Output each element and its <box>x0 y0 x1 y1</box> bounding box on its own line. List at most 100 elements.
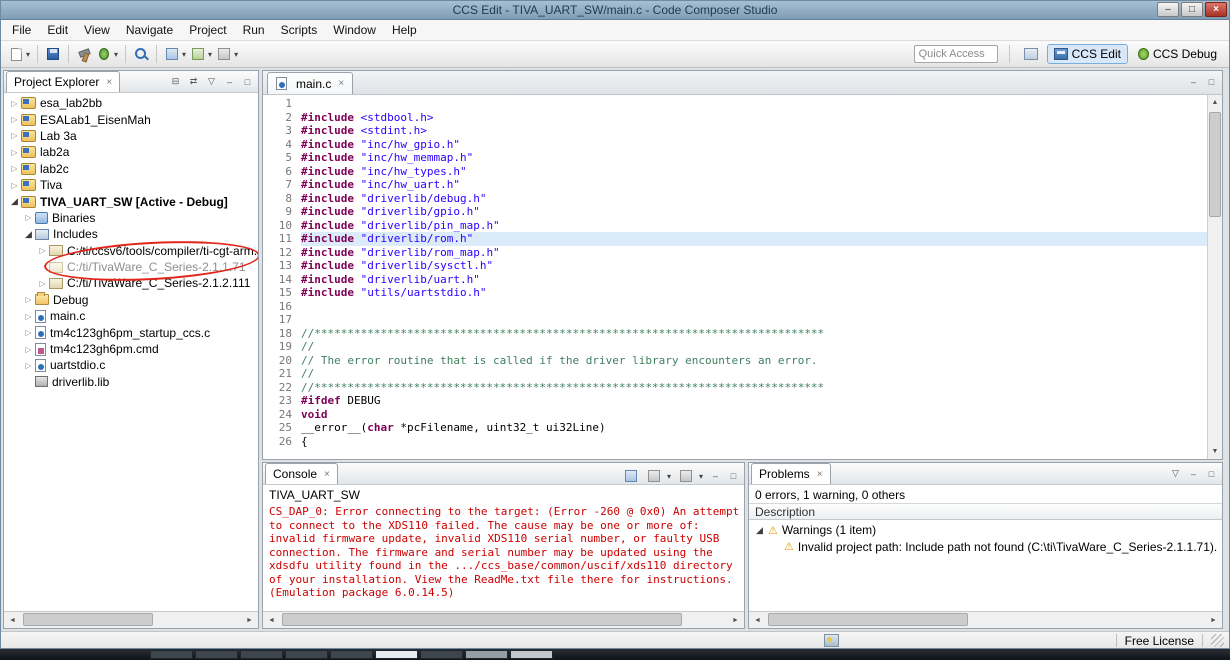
maximize-view-icon[interactable]: □ <box>726 469 741 484</box>
display-console-dropdown-icon[interactable]: ▾ <box>667 472 671 481</box>
tree-item-driverlib-lib[interactable]: driverlib.lib <box>4 374 258 390</box>
collapsed-arrow-icon[interactable]: ▷ <box>22 213 35 222</box>
description-column-header[interactable]: Description <box>749 503 1222 520</box>
scroll-thumb[interactable] <box>23 613 153 626</box>
tree-item-includes[interactable]: ◢ Includes <box>4 226 258 242</box>
collapse-all-icon[interactable]: ⊟ <box>168 74 183 89</box>
tab-project-explorer[interactable]: Project Explorer × <box>6 71 121 92</box>
scroll-thumb[interactable] <box>282 613 682 626</box>
save-button[interactable] <box>43 44 63 64</box>
tree-item-tiva-uart-sw-active-debug[interactable]: ◢ TIVA_UART_SW [Active - Debug] <box>4 193 258 209</box>
tab-main-c[interactable]: main.c × <box>267 72 354 94</box>
taskbar-window-preview[interactable] <box>330 650 373 659</box>
perspective-ccs-edit[interactable]: CCS Edit <box>1046 44 1128 64</box>
problem-row-invalid-project-path-include-path-not-foun[interactable]: ⚠ Invalid project path: Include path not … <box>749 539 1222 556</box>
scroll-right-icon[interactable]: ► <box>1205 612 1222 628</box>
menu-file[interactable]: File <box>4 20 39 40</box>
collapsed-arrow-icon[interactable]: ▷ <box>8 99 21 108</box>
tab-problems[interactable]: Problems × <box>751 463 831 484</box>
collapsed-arrow-icon[interactable]: ▷ <box>22 312 35 321</box>
maximize-view-icon[interactable]: □ <box>1204 74 1219 89</box>
problems-horizontal-scrollbar[interactable]: ◄ ► <box>749 611 1222 628</box>
editor-vertical-scrollbar[interactable]: ▲ ▼ <box>1207 95 1222 459</box>
collapsed-arrow-icon[interactable]: ▷ <box>22 328 35 337</box>
scroll-track[interactable] <box>21 612 241 628</box>
menu-view[interactable]: View <box>76 20 118 40</box>
scroll-track[interactable] <box>766 612 1205 628</box>
scroll-down-icon[interactable]: ▼ <box>1208 444 1222 459</box>
scroll-thumb[interactable] <box>768 613 968 626</box>
link-with-editor-icon[interactable]: ⇄ <box>186 74 201 89</box>
new-file-button[interactable] <box>6 44 26 64</box>
view-menu-icon[interactable]: ▽ <box>204 74 219 89</box>
tree-item-uartstdio-c[interactable]: ▷ uartstdio.c <box>4 357 258 373</box>
new-file-dropdown-icon[interactable]: ▾ <box>26 50 30 59</box>
taskbar-window-preview[interactable] <box>465 650 508 659</box>
collapsed-arrow-icon[interactable]: ▷ <box>22 345 35 354</box>
collapsed-arrow-icon[interactable]: ▷ <box>8 115 21 124</box>
taskbar-window-preview[interactable] <box>510 650 553 659</box>
tree-item-esalab1-eisenmah[interactable]: ▷ ESALab1_EisenMah <box>4 111 258 127</box>
explorer-horizontal-scrollbar[interactable]: ◄ ► <box>4 611 258 628</box>
open-console-button[interactable] <box>676 466 696 486</box>
taskbar-window-preview[interactable] <box>375 650 418 659</box>
menu-scripts[interactable]: Scripts <box>273 20 326 40</box>
open-perspective-button[interactable] <box>1021 44 1041 64</box>
tree-item-debug[interactable]: ▷ Debug <box>4 292 258 308</box>
build-button[interactable] <box>74 44 94 64</box>
menu-help[interactable]: Help <box>384 20 425 40</box>
scroll-right-icon[interactable]: ► <box>241 612 258 628</box>
run-button[interactable] <box>188 44 208 64</box>
title-bar[interactable]: CCS Edit - TIVA_UART_SW/main.c - Code Co… <box>0 0 1230 20</box>
scroll-left-icon[interactable]: ◄ <box>263 612 280 628</box>
display-selected-console-button[interactable] <box>644 466 664 486</box>
tree-item-tm4c123gh6pm-startup-ccs-c[interactable]: ▷ tm4c123gh6pm_startup_ccs.c <box>4 324 258 340</box>
external-tools-dropdown-icon[interactable]: ▾ <box>234 50 238 59</box>
expanded-arrow-icon[interactable]: ◢ <box>8 196 21 207</box>
close-icon[interactable]: × <box>106 77 112 88</box>
collapsed-arrow-icon[interactable]: ▷ <box>8 164 21 173</box>
tree-item-esa-lab2bb[interactable]: ▷ esa_lab2bb <box>4 95 258 111</box>
menu-window[interactable]: Window <box>325 20 384 40</box>
code-area[interactable]: 1 2 #include <stdbool.h> 3 #include <stdint.… <box>263 95 1207 459</box>
collapsed-arrow-icon[interactable]: ▷ <box>8 131 21 140</box>
scroll-track[interactable] <box>1208 110 1222 444</box>
clear-console-button[interactable] <box>621 466 641 486</box>
minimize-view-icon[interactable]: – <box>1186 74 1201 89</box>
close-button[interactable]: × <box>1205 2 1227 17</box>
tree-item-c-ti-tivaware-c-series-2-1-2-111[interactable]: ▷ C:/ti/TivaWare_C_Series-2.1.2.111 <box>4 275 258 291</box>
scroll-left-icon[interactable]: ◄ <box>749 612 766 628</box>
tab-console[interactable]: Console × <box>265 463 338 484</box>
view-menu-icon[interactable]: ▽ <box>1168 466 1183 481</box>
collapsed-arrow-icon[interactable]: ▷ <box>22 295 35 304</box>
scroll-right-icon[interactable]: ► <box>727 612 744 628</box>
taskbar-window-preview[interactable] <box>240 650 283 659</box>
minimize-view-icon[interactable]: – <box>1186 466 1201 481</box>
scroll-up-icon[interactable]: ▲ <box>1208 95 1222 110</box>
search-button[interactable] <box>131 44 151 64</box>
close-icon[interactable]: × <box>338 78 344 89</box>
problem-row-warnings-1-item[interactable]: ◢ ⚠ Warnings (1 item) <box>749 522 1222 539</box>
tree-item-main-c[interactable]: ▷ main.c <box>4 308 258 324</box>
taskbar-window-preview[interactable] <box>285 650 328 659</box>
scroll-thumb[interactable] <box>1209 112 1221 217</box>
expanded-arrow-icon[interactable]: ◢ <box>22 229 35 240</box>
taskbar-window-preview[interactable] <box>195 650 238 659</box>
console-horizontal-scrollbar[interactable]: ◄ ► <box>263 611 744 628</box>
run-dropdown-icon[interactable]: ▾ <box>208 50 212 59</box>
quick-access-input[interactable] <box>913 45 998 63</box>
minimize-view-icon[interactable]: – <box>222 74 237 89</box>
taskbar-window-preview[interactable] <box>420 650 463 659</box>
perspective-ccs-debug[interactable]: CCS Debug <box>1131 44 1224 64</box>
menu-navigate[interactable]: Navigate <box>118 20 181 40</box>
collapsed-arrow-icon[interactable]: ▷ <box>8 148 21 157</box>
debug-button[interactable] <box>94 44 114 64</box>
status-trim-icon[interactable] <box>824 634 839 647</box>
collapsed-arrow-icon[interactable]: ▷ <box>36 279 49 288</box>
tree-item-lab2c[interactable]: ▷ lab2c <box>4 161 258 177</box>
collapsed-arrow-icon[interactable]: ▷ <box>36 246 49 255</box>
maximize-view-icon[interactable]: □ <box>1204 466 1219 481</box>
close-icon[interactable]: × <box>817 469 823 480</box>
target-config-button[interactable] <box>162 44 182 64</box>
taskbar-window-preview[interactable] <box>150 650 193 659</box>
